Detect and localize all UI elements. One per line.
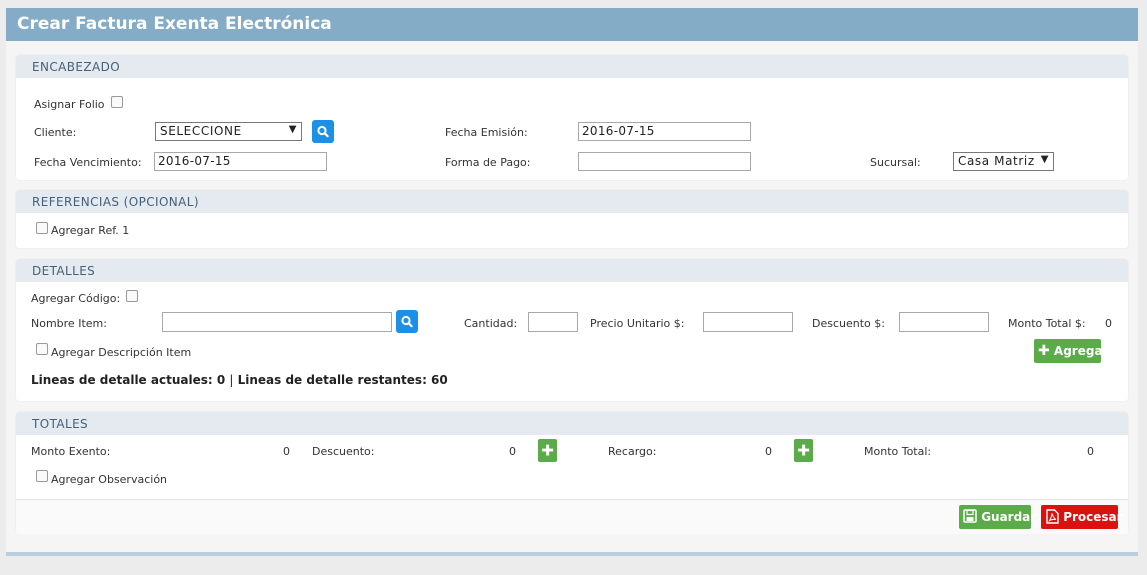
lineas-separator: | [229,373,234,387]
page-title: Crear Factura Exenta Electrónica [6,8,1138,41]
referencias-panel: REFERENCIAS (OPCIONAL) Agregar Ref. 1 [16,190,1128,248]
agregar-observacion-checkbox[interactable] [36,470,48,482]
guardar-label: Guardar [981,510,1037,524]
sucursal-select[interactable]: Casa Matriz ▼ [953,152,1054,171]
procesar-button[interactable]: Procesar [1041,505,1123,529]
precio-unitario-input[interactable] [703,312,793,332]
precio-unitario-label: Precio Unitario $: [590,317,685,330]
plus-icon: ✚ [541,441,554,459]
monto-total-label: Monto Total: [864,445,932,458]
floppy-disk-icon [963,509,977,523]
guardar-button[interactable]: Guardar [959,505,1036,529]
fecha-emision-input[interactable]: 2016-07-15 [578,122,751,141]
sucursal-select-value: Casa Matriz [958,154,1035,168]
recargo-label: Recargo: [608,445,657,458]
main-frame: Crear Factura Exenta Electrónica ENCABEZ… [6,8,1138,552]
lineas-detalle-summary: Lineas de detalle actuales: 0 | Lineas d… [31,373,448,387]
agregar-descripcion-checkbox[interactable] [36,343,48,355]
monto-exento-label: Monto Exento: [31,445,111,458]
search-icon [317,125,329,138]
agregar-item-button[interactable]: ✚ Agregar [1034,339,1108,363]
plus-icon: ✚ [797,441,810,459]
chevron-down-icon: ▼ [288,124,297,135]
fecha-emision-label: Fecha Emisión: [445,126,528,139]
monto-total-value: 0 [1087,445,1094,458]
descuento-total-value: 0 [509,445,516,458]
detalles-heading: DETALLES [16,259,1128,282]
asignar-folio-label: Asignar Folio [34,98,105,111]
forma-pago-label: Forma de Pago: [445,156,531,169]
detalles-panel: DETALLES Agregar Código: Nombre Item: Ca… [16,259,1128,401]
fecha-vencimiento-label: Fecha Vencimiento: [34,156,142,169]
cantidad-input[interactable] [528,312,578,332]
cliente-select[interactable]: SELECCIONE ▼ [155,122,302,141]
descuento-item-label: Descuento $: [812,317,885,330]
lineas-restantes: Lineas de detalle restantes: 60 [237,373,448,387]
cliente-select-value: SELECCIONE [160,124,242,138]
cliente-label: Cliente: [34,126,77,139]
frame-bottom-border [6,552,1138,556]
lineas-actuales: Lineas de detalle actuales: 0 [31,373,226,387]
agregar-descripcion-label: Agregar Descripción Item [51,346,192,359]
sucursal-label: Sucursal: [870,156,921,169]
item-search-button[interactable] [396,310,418,333]
agregar-ref-label: Agregar Ref. 1 [51,224,130,237]
agregar-item-label: Agregar [1053,344,1109,358]
monto-exento-value: 0 [283,445,290,458]
cantidad-label: Cantidad: [464,317,518,330]
plus-icon: ✚ [1038,343,1050,359]
agregar-ref-checkbox[interactable] [36,222,48,234]
referencias-heading: REFERENCIAS (OPCIONAL) [16,190,1128,213]
nombre-item-input[interactable] [162,312,392,332]
pdf-file-icon [1046,509,1059,524]
add-descuento-button[interactable]: ✚ [538,439,557,462]
totales-panel: TOTALES Monto Exento: 0 Descuento: 0 ✚ R… [16,412,1128,534]
encabezado-heading: ENCABEZADO [16,55,1128,78]
agregar-codigo-label: Agregar Código: [31,292,121,305]
monto-total-item-value: 0 [1105,317,1112,330]
totales-heading: TOTALES [16,412,1128,435]
add-recargo-button[interactable]: ✚ [794,439,813,462]
descuento-item-input[interactable] [899,312,989,332]
nombre-item-label: Nombre Item: [31,317,107,330]
cliente-search-button[interactable] [312,120,334,143]
monto-total-item-label: Monto Total $: [1008,317,1086,330]
agregar-observacion-label: Agregar Observación [51,473,168,486]
chevron-down-icon: ▼ [1040,154,1049,165]
procesar-label: Procesar [1063,510,1123,524]
forma-pago-input[interactable] [578,152,751,171]
fecha-vencimiento-input[interactable]: 2016-07-15 [154,152,327,171]
asignar-folio-checkbox[interactable] [111,96,123,108]
descuento-total-label: Descuento: [312,445,375,458]
search-icon [401,315,413,328]
encabezado-panel: ENCABEZADO Asignar Folio Cliente: SELECC… [16,55,1128,180]
agregar-codigo-checkbox[interactable] [126,290,138,302]
recargo-value: 0 [765,445,772,458]
